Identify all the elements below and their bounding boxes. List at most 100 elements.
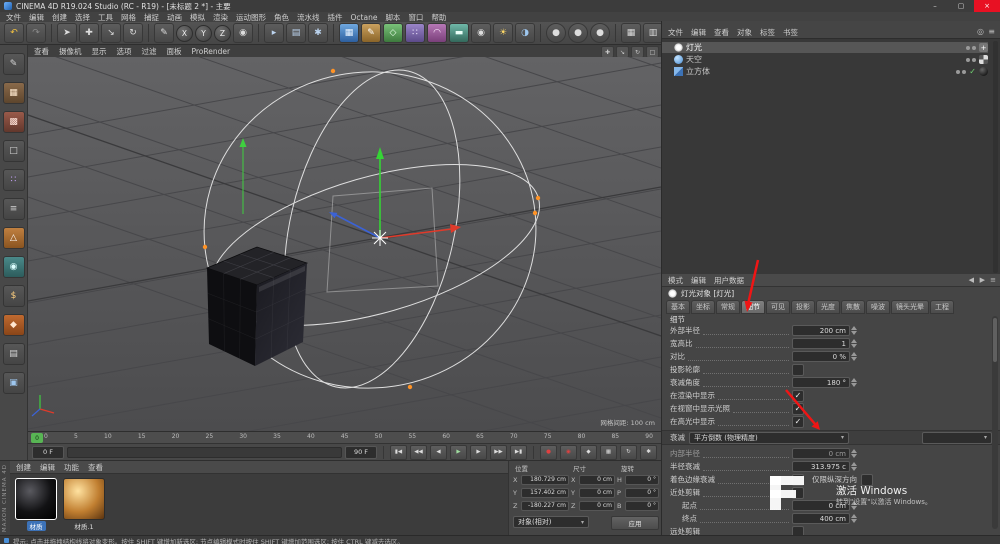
key-rotation-toggle[interactable]: ↻ — [620, 444, 637, 460]
lock-y-button[interactable]: Y — [195, 24, 212, 42]
tab-basic[interactable]: 基本 — [666, 300, 690, 314]
attr-menu-item[interactable]: 用户数据 — [714, 275, 744, 286]
add-floor-button[interactable]: ▬ — [449, 23, 469, 43]
undo-icon[interactable]: ↶ — [4, 23, 24, 43]
stepper[interactable] — [851, 462, 857, 471]
move-tool-icon[interactable]: ✚ — [79, 23, 99, 43]
show-in-specular-checkbox[interactable]: ✓ — [792, 415, 804, 428]
menubar-item[interactable]: 渲染 — [213, 12, 228, 23]
add-generator-button[interactable]: ◇ — [383, 23, 403, 43]
close-button[interactable]: × — [974, 0, 1000, 12]
near-clip-checkbox[interactable] — [792, 486, 804, 499]
menubar-item[interactable]: 帮助 — [431, 12, 446, 23]
octane-icon[interactable]: ● — [590, 23, 610, 43]
texture-mode-icon[interactable]: ▩ — [2, 111, 25, 133]
object-row-sky[interactable]: 天空 — [662, 54, 988, 65]
stepper[interactable] — [851, 449, 857, 458]
rotation-p-field[interactable]: 0 ° — [625, 487, 659, 498]
material-tag-icon[interactable] — [979, 67, 988, 76]
material-menu-item[interactable]: 编辑 — [40, 462, 55, 473]
points-mode-icon[interactable]: ∷ — [2, 169, 25, 191]
range-end-field[interactable]: 90 F — [345, 445, 377, 459]
next-key-button[interactable]: ▶▶ — [490, 444, 507, 460]
size-z-field[interactable]: 0 cm — [579, 500, 615, 511]
material-menu-item[interactable]: 创建 — [16, 462, 31, 473]
radius-decay-field[interactable]: 313.975 c — [792, 461, 850, 472]
rotation-b-field[interactable]: 0 ° — [625, 500, 659, 511]
viewport-menu-item[interactable]: 选项 — [117, 46, 132, 57]
material-name[interactable]: 材质.1 — [71, 521, 96, 531]
next-frame-button[interactable]: ▶ — [470, 444, 487, 460]
menubar-item[interactable]: 脚本 — [385, 12, 400, 23]
attr-menu-item[interactable]: 模式 — [668, 275, 683, 286]
key-position-toggle[interactable]: ◆ — [580, 444, 597, 460]
play-button[interactable]: ▶ — [450, 444, 467, 460]
octane-icon[interactable]: ● — [568, 23, 588, 43]
menubar-item[interactable]: 动画 — [167, 12, 182, 23]
make-editable-icon[interactable]: ✎ — [2, 53, 25, 75]
texture-tag-icon[interactable] — [979, 55, 988, 64]
material-menu-item[interactable]: 功能 — [64, 462, 79, 473]
show-illumination-checkbox[interactable]: ✓ — [792, 402, 804, 415]
position-z-field[interactable]: -180.227 cm — [521, 500, 569, 511]
previous-frame-button[interactable]: ◀ — [430, 444, 447, 460]
scale-tool-icon[interactable]: ↘ — [101, 23, 121, 43]
outer-radius-field[interactable]: 200 cm — [792, 325, 850, 336]
menubar-item[interactable]: 窗口 — [408, 12, 423, 23]
display-mode-icon[interactable]: ▦ — [621, 23, 641, 43]
viewport-menu-item[interactable]: ProRender — [192, 47, 231, 56]
object-name[interactable]: 立方体 — [686, 66, 710, 77]
material-menu-item[interactable]: 查看 — [88, 462, 103, 473]
position-y-field[interactable]: 157.402 cm — [521, 487, 569, 498]
viewport-menu-item[interactable]: 过滤 — [142, 46, 157, 57]
object-row-cube[interactable]: 立方体 ✓ — [662, 66, 988, 77]
timeline-playhead[interactable]: 0 — [31, 433, 43, 443]
enable-axis-icon[interactable]: ◉ — [2, 256, 25, 278]
lock-x-button[interactable]: X — [176, 24, 193, 42]
render-picture-viewer-icon[interactable]: ▤ — [286, 23, 306, 43]
far-clip-checkbox[interactable] — [792, 525, 804, 535]
position-x-field[interactable]: 180.729 cm — [521, 474, 569, 485]
menubar-item[interactable]: 运动图形 — [236, 12, 266, 23]
om-menu-item[interactable]: 文件 — [668, 27, 683, 38]
key-scale-toggle[interactable]: ▦ — [600, 444, 617, 460]
viewport-canvas[interactable]: 网格间距: 100 cm — [28, 57, 661, 431]
render-settings-icon[interactable]: ✱ — [308, 23, 328, 43]
apply-button[interactable]: 应用 — [611, 516, 659, 530]
octane-icon[interactable]: ● — [546, 23, 566, 43]
edges-mode-icon[interactable]: ≡ — [2, 198, 25, 220]
menubar-item[interactable]: Octane — [351, 13, 378, 22]
display-wire-icon[interactable]: ▥ — [643, 23, 663, 43]
filter-icon[interactable]: ≡ — [988, 27, 995, 36]
object-name[interactable]: 灯光 — [686, 42, 702, 53]
om-menu-item[interactable]: 标签 — [760, 27, 775, 38]
autokey-button[interactable]: ◉ — [560, 444, 577, 460]
size-x-field[interactable]: 0 cm — [579, 474, 615, 485]
timeline-ruler[interactable]: 0 5 10 15 20 25 30 35 40 45 50 55 60 65 … — [28, 431, 661, 443]
om-menu-item[interactable]: 书签 — [783, 27, 798, 38]
om-menu-item[interactable]: 查看 — [714, 27, 729, 38]
menubar-item[interactable]: 工具 — [98, 12, 113, 23]
om-scrollbar[interactable] — [993, 41, 998, 273]
current-frame-field[interactable]: 0 F — [32, 445, 64, 459]
falloff-dropdown[interactable]: 平方倒数 (物理精度) ▾ — [689, 431, 849, 444]
inner-radius-field[interactable]: 0 cm — [792, 448, 850, 459]
menubar-item[interactable]: 文件 — [6, 12, 21, 23]
stepper[interactable] — [851, 352, 857, 361]
key-parameter-toggle[interactable]: ✱ — [640, 444, 657, 460]
material-item[interactable]: 材质 — [14, 478, 58, 531]
menubar-item[interactable]: 流水线 — [297, 12, 320, 23]
tab-general[interactable]: 常规 — [716, 300, 740, 314]
add-light-button[interactable]: ☀ — [493, 23, 513, 43]
preview-range-slider[interactable] — [67, 446, 342, 458]
material-thumbnail-black[interactable] — [15, 478, 57, 520]
menubar-item[interactable]: 角色 — [274, 12, 289, 23]
visibility-dots[interactable] — [966, 57, 976, 62]
material-thumbnail-gold[interactable] — [63, 478, 105, 520]
add-deformer-button[interactable]: ◠ — [427, 23, 447, 43]
rotate-tool-icon[interactable]: ↻ — [123, 23, 143, 43]
viewport-menu-item[interactable]: 面板 — [167, 46, 182, 57]
size-y-field[interactable]: 0 cm — [579, 487, 615, 498]
coord-mode-dropdown[interactable]: 对象(相对) ▾ — [513, 516, 589, 528]
show-in-render-checkbox[interactable]: ✓ — [792, 389, 804, 402]
